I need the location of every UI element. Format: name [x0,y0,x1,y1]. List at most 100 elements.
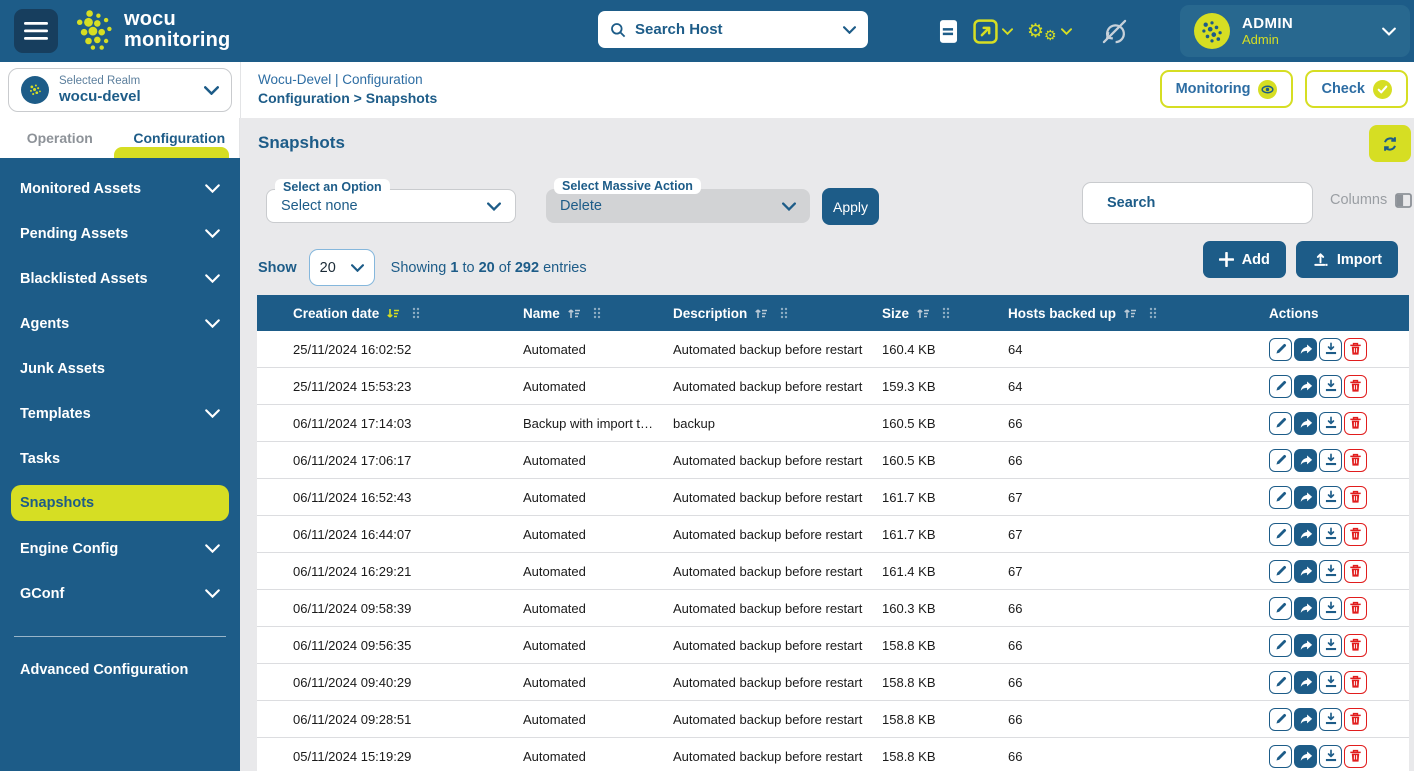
restore-button[interactable] [1294,375,1317,398]
restore-button[interactable] [1294,560,1317,583]
restore-button[interactable] [1294,412,1317,435]
sidebar-item-blacklisted-assets[interactable]: Blacklisted Assets [11,256,229,301]
restore-button[interactable] [1294,486,1317,509]
wocu-logo[interactable]: wocu monitoring [72,8,230,52]
download-button[interactable] [1319,634,1342,657]
sort-icon[interactable] [754,307,769,320]
download-button[interactable] [1319,338,1342,361]
sidebar-item-pending-assets[interactable]: Pending Assets [11,211,229,256]
edit-button[interactable] [1269,671,1292,694]
sort-icon[interactable] [567,307,582,320]
cell-size: 158.8 KB [882,712,1008,727]
hamburger-menu-button[interactable] [14,9,58,53]
sort-desc-icon[interactable] [386,307,401,320]
delete-button[interactable] [1344,745,1367,768]
restore-button[interactable] [1294,708,1317,731]
breadcrumb-context[interactable]: Wocu-Devel | Configuration [258,70,437,89]
edit-button[interactable] [1269,560,1292,583]
restore-button[interactable] [1294,523,1317,546]
column-header-hosts-backed-up[interactable]: Hosts backed up [1008,306,1269,321]
settings-menu[interactable]: ⚙ ⚙ [1027,20,1072,42]
drag-handle-icon[interactable] [780,307,788,319]
edit-button[interactable] [1269,597,1292,620]
tab-operation[interactable]: Operation [0,118,120,158]
delete-button[interactable] [1344,375,1367,398]
sidebar-item-tasks[interactable]: Tasks [11,436,229,481]
sidebar-item-gconf[interactable]: GConf [11,571,229,616]
column-header-description[interactable]: Description [673,306,882,321]
download-button[interactable] [1319,449,1342,472]
sidebar-item-engine-config[interactable]: Engine Config [11,526,229,571]
delete-button[interactable] [1344,523,1367,546]
download-button[interactable] [1319,597,1342,620]
edit-button[interactable] [1269,375,1292,398]
download-button[interactable] [1319,486,1342,509]
drag-handle-icon[interactable] [1149,307,1157,319]
delete-button[interactable] [1344,338,1367,361]
edit-button[interactable] [1269,634,1292,657]
apply-button[interactable]: Apply [822,188,879,225]
delete-button[interactable] [1344,412,1367,435]
sidebar-item-templates[interactable]: Templates [11,391,229,436]
refresh-button[interactable] [1369,125,1411,162]
sidebar-item-monitored-assets[interactable]: Monitored Assets [11,166,229,211]
search-input[interactable] [1107,195,1304,211]
breadcrumb-section[interactable]: Configuration [258,90,350,106]
column-header-size[interactable]: Size [882,306,1008,321]
edit-button[interactable] [1269,745,1292,768]
restore-button[interactable] [1294,597,1317,620]
page-size-select[interactable]: 20 [309,249,375,286]
search-host-combobox[interactable]: Search Host [598,11,868,48]
edit-button[interactable] [1269,449,1292,472]
restore-button[interactable] [1294,338,1317,361]
delete-button[interactable] [1344,708,1367,731]
drag-handle-icon[interactable] [942,307,950,319]
sidebar-item-agents[interactable]: Agents [11,301,229,346]
edit-button[interactable] [1269,523,1292,546]
delete-button[interactable] [1344,597,1367,620]
user-menu[interactable]: ADMIN Admin [1180,5,1410,57]
logbook-button[interactable] [938,19,959,44]
drag-handle-icon[interactable] [593,307,601,319]
download-button[interactable] [1319,560,1342,583]
option-select-label: Select an Option [275,179,390,195]
check-button[interactable]: Check [1305,70,1408,108]
delete-button[interactable] [1344,486,1367,509]
download-button[interactable] [1319,412,1342,435]
import-button[interactable]: Import [1296,241,1398,278]
edit-button[interactable] [1269,412,1292,435]
delete-button[interactable] [1344,671,1367,694]
option-select[interactable]: Select an Option Select none [266,189,516,223]
external-tools-menu[interactable] [973,19,1013,44]
massive-action-select[interactable]: Select Massive Action Delete [546,189,810,223]
sidebar-item-junk-assets[interactable]: Junk Assets [11,346,229,391]
edit-button[interactable] [1269,708,1292,731]
download-button[interactable] [1319,708,1342,731]
delete-button[interactable] [1344,634,1367,657]
download-button[interactable] [1319,671,1342,694]
columns-button[interactable]: Columns [1330,192,1412,208]
monitoring-button[interactable]: Monitoring [1160,70,1294,108]
download-button[interactable] [1319,523,1342,546]
column-header-name[interactable]: Name [523,306,673,321]
disabled-redo-button[interactable] [1100,17,1129,46]
sidebar-item-advanced-configuration[interactable]: Advanced Configuration [11,647,229,692]
download-button[interactable] [1319,745,1342,768]
restore-button[interactable] [1294,449,1317,472]
download-button[interactable] [1319,375,1342,398]
sort-icon[interactable] [916,307,931,320]
drag-handle-icon[interactable] [412,307,420,319]
column-header-creation-date[interactable]: Creation date [257,306,523,321]
sidebar-item-snapshots[interactable]: Snapshots [11,485,229,521]
realm-texts: Selected Realm wocu-devel [59,75,194,105]
edit-button[interactable] [1269,338,1292,361]
delete-button[interactable] [1344,449,1367,472]
add-button[interactable]: Add [1203,241,1286,278]
restore-button[interactable] [1294,634,1317,657]
sort-icon[interactable] [1123,307,1138,320]
restore-button[interactable] [1294,671,1317,694]
edit-button[interactable] [1269,486,1292,509]
delete-button[interactable] [1344,560,1367,583]
realm-selector[interactable]: Selected Realm wocu-devel [8,68,232,112]
restore-button[interactable] [1294,745,1317,768]
